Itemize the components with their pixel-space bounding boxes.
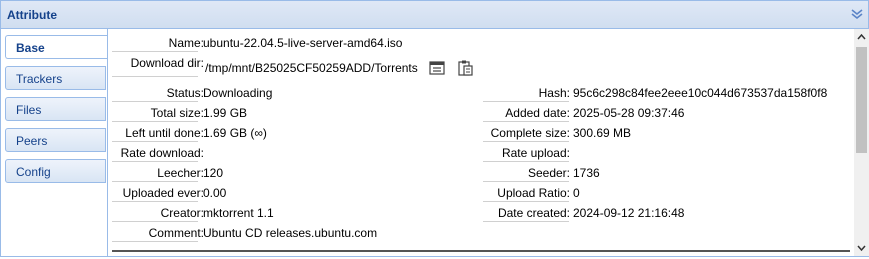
status-label: Status: — [166, 86, 204, 100]
left-until-done-value: 1.69 GB (∞) — [203, 126, 267, 140]
divider — [112, 201, 198, 202]
divider — [112, 241, 198, 242]
scroll-down-icon[interactable] — [854, 240, 869, 256]
divider — [112, 76, 198, 77]
status-value: Downloading — [203, 86, 273, 100]
leecher-value: 120 — [203, 166, 224, 180]
tab-trackers[interactable]: Trackers — [5, 66, 106, 90]
name-label: Name: — [168, 36, 204, 50]
tab-label: Files — [16, 103, 42, 117]
divider — [483, 101, 569, 102]
hash-label: Hash: — [538, 86, 570, 100]
scrollbar-thumb[interactable] — [856, 47, 867, 153]
date-created-value: 2024-09-12 21:16:48 — [573, 206, 685, 220]
double-chevron-down-icon[interactable] — [850, 7, 864, 21]
upload-ratio-label: Upload Ratio: — [497, 186, 570, 200]
base-content: Name: ubuntu-22.04.5-live-server-amd64.i… — [107, 29, 854, 256]
creator-value: mktorrent 1.1 — [203, 206, 274, 220]
divider — [112, 221, 198, 222]
tab-peers[interactable]: Peers — [5, 128, 106, 152]
tab-label: Base — [16, 41, 45, 55]
complete-size-label: Complete size: — [490, 126, 570, 140]
panel-header: Attribute — [1, 1, 868, 29]
attribute-panel: Attribute Base Trackers Files Peers Conf… — [0, 0, 869, 257]
seeder-label: Seeder: — [527, 166, 570, 180]
divider — [483, 221, 569, 222]
tab-label: Peers — [16, 134, 48, 148]
tab-label: Trackers — [16, 72, 63, 86]
divider — [483, 121, 569, 122]
vertical-scrollbar[interactable] — [854, 29, 869, 256]
panel-title: Attribute — [7, 8, 57, 22]
upload-ratio-value: 0 — [573, 186, 580, 200]
bottom-rule — [112, 250, 850, 252]
divider — [483, 201, 569, 202]
uploaded-ever-value: 0.00 — [203, 186, 227, 200]
divider — [112, 141, 198, 142]
download-dir-value: /tmp/mnt/B25025CF50259ADD/Torrents — [205, 61, 418, 75]
added-date-value: 2025-05-28 09:37:46 — [573, 106, 685, 120]
leecher-label: Leecher: — [157, 166, 204, 180]
uploaded-ever-label: Uploaded ever: — [122, 186, 204, 200]
tab-base[interactable]: Base — [5, 35, 108, 59]
clipboard-copy-icon[interactable] — [456, 59, 474, 77]
name-value: ubuntu-22.04.5-live-server-amd64.iso — [203, 36, 403, 50]
hash-value: 95c6c298c84fee2eee10c044d673537da158f0f8 — [573, 86, 828, 100]
date-created-label: Date created: — [497, 206, 570, 220]
folder-list-icon[interactable] — [428, 59, 446, 77]
tab-files[interactable]: Files — [5, 97, 106, 121]
added-date-label: Added date: — [505, 106, 570, 120]
complete-size-value: 300.69 MB — [573, 126, 632, 140]
download-dir-label: Download dir: — [130, 56, 204, 70]
total-size-label: Total size: — [150, 106, 204, 120]
divider — [112, 51, 198, 52]
creator-label: Creator: — [160, 206, 204, 220]
divider — [483, 181, 569, 182]
divider — [112, 101, 198, 102]
rate-download-label: Rate download: — [120, 146, 204, 160]
comment-label: Comment: — [148, 226, 204, 240]
rate-upload-label: Rate upload: — [501, 146, 570, 160]
divider — [112, 161, 198, 162]
divider — [483, 141, 569, 142]
tab-config[interactable]: Config — [5, 159, 106, 183]
left-until-done-label: Left until done: — [125, 126, 204, 140]
comment-value: Ubuntu CD releases.ubuntu.com — [203, 226, 378, 240]
tab-label: Config — [16, 165, 51, 179]
scroll-up-icon[interactable] — [854, 29, 869, 45]
tab-strip: Base Trackers Files Peers Config — [1, 29, 108, 256]
divider — [112, 181, 198, 182]
total-size-value: 1.99 GB — [203, 106, 248, 120]
divider — [112, 121, 198, 122]
divider — [483, 161, 569, 162]
seeder-value: 1736 — [573, 166, 600, 180]
